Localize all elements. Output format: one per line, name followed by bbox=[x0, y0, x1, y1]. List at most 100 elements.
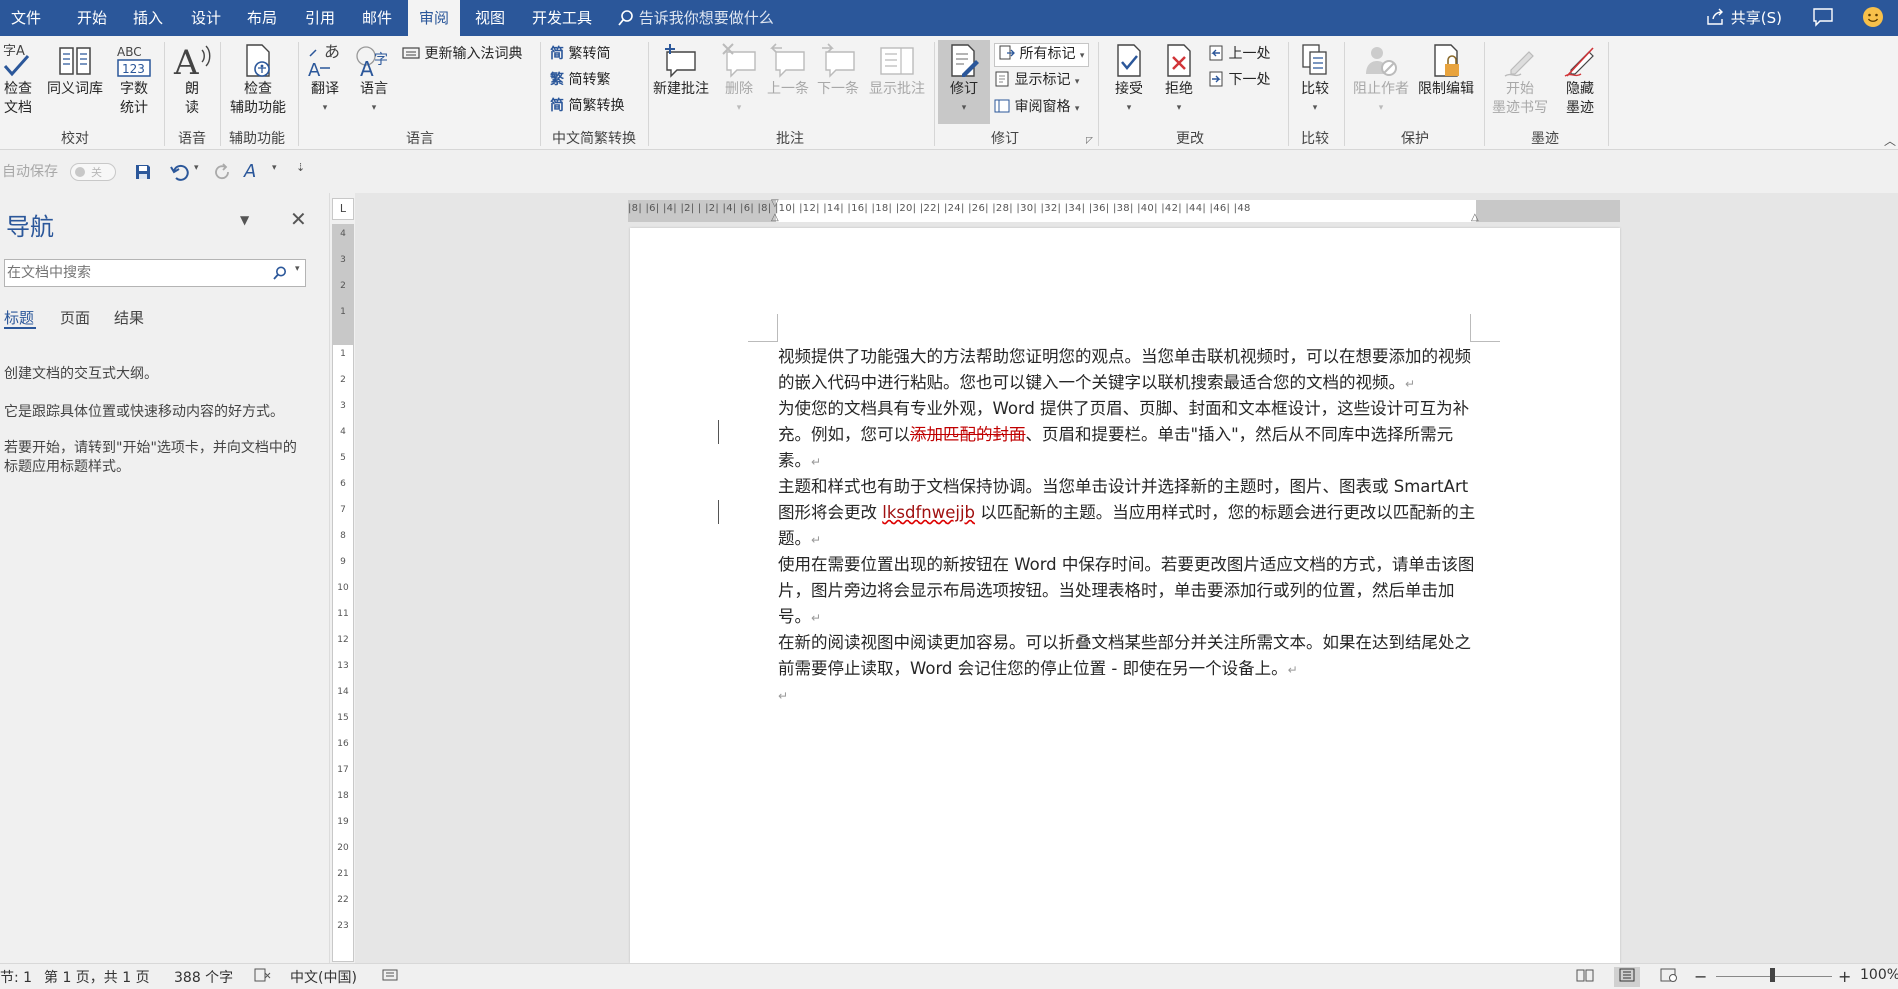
spelling-grammar-icon[interactable]: A bbox=[244, 161, 256, 182]
search-dropdown-icon[interactable]: ▾ bbox=[295, 264, 300, 274]
block-authors-button[interactable]: 阻止作者 ▾ bbox=[1350, 42, 1412, 118]
zoom-slider-thumb[interactable] bbox=[1770, 968, 1775, 982]
tracking-options-launcher-icon[interactable]: ◸ bbox=[1086, 136, 1093, 146]
next-comment-button[interactable]: 下一条 bbox=[814, 42, 862, 99]
previous-comment-label: 上一条 bbox=[767, 81, 809, 97]
page-indicator[interactable]: 第 1 页，共 1 页 bbox=[44, 967, 150, 987]
nav-search-box[interactable]: ▾ bbox=[4, 259, 306, 287]
print-layout-icon[interactable] bbox=[1614, 967, 1640, 987]
document-page[interactable]: 视频提供了功能强大的方法帮助您证明您的观点。当您单击联机视频时，可以在想要添加的… bbox=[630, 228, 1620, 963]
right-indent-icon[interactable]: △ bbox=[1471, 212, 1479, 223]
tab-design[interactable]: 设计 bbox=[180, 0, 232, 36]
redo-icon[interactable] bbox=[214, 163, 232, 185]
show-comments-button[interactable]: 显示批注 bbox=[864, 42, 930, 99]
autosave-toggle[interactable]: 关 bbox=[70, 163, 116, 181]
paragraph-5[interactable]: 在新的阅读视图中阅读更加容易。可以折叠文档某些部分并关注所需文本。如果在达到结尾… bbox=[778, 630, 1478, 683]
accept-button[interactable]: 接受 ▾ bbox=[1106, 42, 1152, 118]
zoom-level[interactable]: 100% bbox=[1860, 967, 1898, 983]
undo-icon[interactable] bbox=[170, 163, 190, 185]
show-markup-button[interactable]: 显示标记 ▾ bbox=[994, 70, 1079, 92]
track-changes-button[interactable]: 修订 ▾ bbox=[938, 40, 990, 124]
traditional-to-simplified-button[interactable]: 简 繁转简 bbox=[550, 44, 610, 64]
horizontal-ruler[interactable]: |8| |6| |4| |2| | |2| |4| |6| |8| |10| |… bbox=[628, 198, 1620, 223]
tab-references[interactable]: 引用 bbox=[294, 0, 346, 36]
search-icon[interactable] bbox=[273, 266, 287, 280]
check-document-button[interactable]: 字A 检查 文档 bbox=[0, 42, 36, 118]
tell-me-box[interactable]: 告诉我你想要做什么 bbox=[618, 0, 828, 36]
share-button[interactable]: 共享(S) bbox=[1706, 0, 1816, 36]
restrict-editing-button[interactable]: 限制编辑 bbox=[1414, 42, 1478, 99]
language-icon: A字 bbox=[356, 46, 388, 80]
reviewing-pane-button[interactable]: 审阅窗格 ▾ bbox=[994, 97, 1079, 119]
simplified-to-traditional-button[interactable]: 繁 简转繁 bbox=[550, 70, 610, 90]
paragraph-3[interactable]: 主题和样式也有助于文档保持协调。当您单击设计并选择新的主题时，图片、图表或 Sm… bbox=[778, 474, 1478, 553]
first-line-indent-icon[interactable]: ▽ bbox=[771, 198, 779, 209]
read-aloud-button[interactable]: A 朗 读 bbox=[172, 42, 212, 118]
ruler-tick: 4 bbox=[340, 427, 346, 437]
show-markup-label: 显示标记 bbox=[1014, 72, 1071, 88]
language-indicator[interactable]: 中文(中国) bbox=[290, 967, 357, 987]
delete-comment-button[interactable]: 删除 ▾ bbox=[716, 42, 762, 118]
markup-display-select[interactable]: 所有标记 ▾ bbox=[994, 43, 1090, 67]
paragraph-mark: ↵ bbox=[1287, 663, 1298, 677]
paragraph-mark: ↵ bbox=[811, 533, 822, 547]
paragraph-1[interactable]: 视频提供了功能强大的方法帮助您证明您的观点。当您单击联机视频时，可以在想要添加的… bbox=[778, 344, 1478, 397]
tab-review[interactable]: 审阅 bbox=[408, 0, 460, 36]
smiley-icon[interactable] bbox=[1862, 0, 1892, 36]
comments-icon[interactable] bbox=[1812, 0, 1842, 36]
read-mode-icon[interactable] bbox=[1576, 967, 1594, 987]
check-accessibility-button[interactable]: 检查 辅助功能 bbox=[226, 42, 290, 118]
thesaurus-button[interactable]: 同义词库 bbox=[44, 42, 106, 99]
start-inking-button[interactable]: 开始 墨迹书写 bbox=[1488, 42, 1552, 118]
tab-file[interactable]: 文件 bbox=[0, 0, 52, 36]
collapse-ribbon-icon[interactable]: ︿ bbox=[1884, 132, 1896, 149]
ruler-tick: 2 bbox=[340, 281, 346, 291]
zoom-out-icon[interactable]: − bbox=[1694, 967, 1707, 986]
chinese-conversion-button[interactable]: 简 简繁转换 bbox=[550, 96, 624, 116]
tab-home[interactable]: 开始 bbox=[66, 0, 118, 36]
new-comment-button[interactable]: 新建批注 bbox=[650, 42, 712, 99]
close-icon[interactable]: ✕ bbox=[290, 207, 307, 231]
web-layout-icon[interactable] bbox=[1660, 967, 1678, 987]
zoom-in-icon[interactable]: + bbox=[1838, 967, 1851, 986]
customize-qat-icon[interactable]: ⇣ bbox=[296, 161, 305, 174]
tracked-deletion[interactable]: 添加匹配的封面 bbox=[910, 425, 1026, 444]
undo-dropdown-icon[interactable]: ▾ bbox=[194, 163, 199, 173]
misspelled-word[interactable]: lksdfnwejjb bbox=[882, 503, 975, 522]
tab-stop-selector[interactable]: L bbox=[332, 198, 354, 220]
paragraph-2[interactable]: 为使您的文档具有专业外观，Word 提供了页眉、页脚、封面和文本框设计，这些设计… bbox=[778, 396, 1478, 475]
tab-mailings[interactable]: 邮件 bbox=[350, 0, 404, 36]
update-ime-dictionary-button[interactable]: 更新输入法词典 bbox=[402, 44, 522, 64]
spelling-dropdown-icon[interactable]: ▾ bbox=[272, 163, 277, 173]
tab-developer[interactable]: 开发工具 bbox=[522, 0, 602, 36]
previous-change-button[interactable]: 上一处 bbox=[1208, 44, 1270, 64]
vertical-ruler[interactable]: 4 3 2 1 1 2 3 4 5 6 7 8 9 10 11 12 13 14 15 16 17 18 19 20 21 22 2… bbox=[332, 224, 354, 962]
paragraph-4[interactable]: 使用在需要位置出现的新按钮在 Word 中保存时间。若要更改图片适应文档的方式，… bbox=[778, 552, 1478, 631]
proofing-status-icon[interactable] bbox=[254, 967, 272, 987]
word-count-button[interactable]: ABC 123 字数 统计 bbox=[112, 42, 156, 118]
word-count-indicator[interactable]: 388 个字 bbox=[174, 967, 233, 987]
language-button[interactable]: A字 语言 ▾ bbox=[352, 42, 396, 118]
empty-paragraph[interactable]: ↵ bbox=[778, 682, 1478, 709]
tab-view[interactable]: 视图 bbox=[464, 0, 516, 36]
ruler-tick: 13 bbox=[337, 661, 349, 671]
reject-button[interactable]: 拒绝 ▾ bbox=[1156, 42, 1202, 118]
section-indicator[interactable]: 节: 1 bbox=[0, 967, 32, 987]
nav-search-input[interactable] bbox=[7, 262, 267, 284]
nav-tab-results[interactable]: 结果 bbox=[114, 307, 144, 328]
save-icon[interactable] bbox=[134, 163, 152, 185]
tab-layout[interactable]: 布局 bbox=[236, 0, 288, 36]
next-change-button[interactable]: 下一处 bbox=[1208, 70, 1270, 90]
nav-tab-pages[interactable]: 页面 bbox=[60, 307, 90, 328]
block-authors-icon bbox=[1366, 47, 1397, 76]
translate-button[interactable]: あA 翻译 ▾ bbox=[304, 42, 346, 118]
language-label: 语言 bbox=[360, 81, 388, 97]
nav-options-icon[interactable]: ▼ bbox=[240, 213, 249, 227]
tab-insert[interactable]: 插入 bbox=[122, 0, 174, 36]
hanging-indent-icon[interactable]: △ bbox=[771, 212, 779, 223]
previous-comment-button[interactable]: 上一条 bbox=[764, 42, 812, 99]
compare-button[interactable]: 比较 ▾ bbox=[1294, 42, 1336, 118]
macro-recording-icon[interactable] bbox=[382, 967, 398, 987]
hide-ink-button[interactable]: 隐藏 墨迹 bbox=[1556, 42, 1604, 118]
nav-tab-headings[interactable]: 标题 bbox=[4, 307, 34, 328]
